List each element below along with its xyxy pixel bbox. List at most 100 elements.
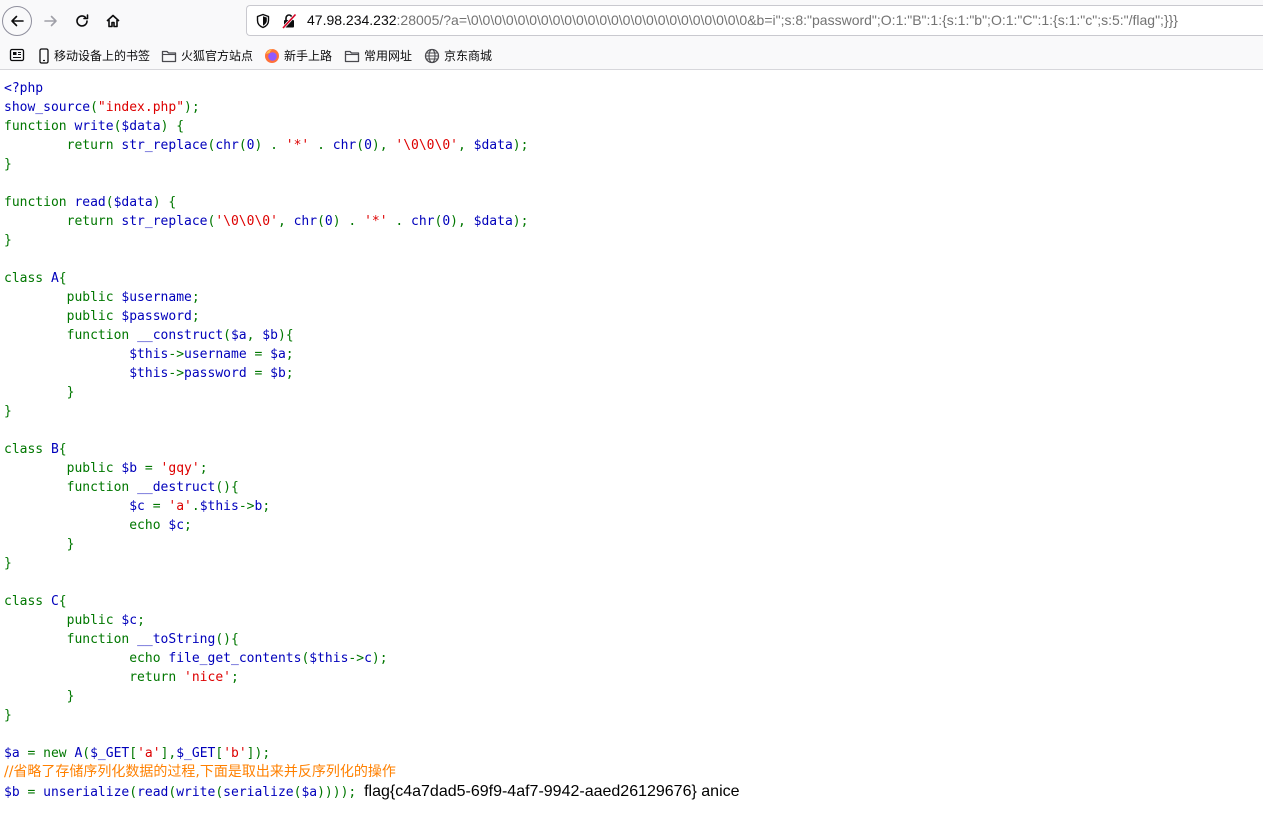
- source-token: ->: [168, 366, 185, 381]
- source-token: //省略了存储序列化数据的过程,下面是取出来并反序列化的操作: [4, 764, 396, 780]
- source-token: ) .: [254, 138, 286, 153]
- source-token: unserialize: [43, 785, 130, 800]
- shield-icon[interactable]: [255, 13, 271, 29]
- source-line: $this->password = $b;: [4, 364, 1259, 383]
- source-token: c: [364, 651, 372, 666]
- source-token: [: [129, 746, 138, 761]
- source-token: (: [356, 138, 365, 153]
- source-token: username: [184, 347, 247, 362]
- source-token: $data: [473, 138, 513, 153]
- source-line: function __toString(){: [4, 630, 1259, 649]
- source-token: }: [4, 385, 75, 400]
- source-token: (){: [215, 480, 239, 495]
- source-token: (: [238, 138, 247, 153]
- source-token: =: [246, 347, 271, 362]
- source-token: public: [4, 613, 122, 628]
- source-token: $_GET: [176, 746, 216, 761]
- source-token: B: [50, 442, 59, 457]
- source-line: public $password;: [4, 307, 1259, 326]
- bookmark-label: 京东商城: [444, 49, 493, 63]
- source-token: (: [317, 214, 325, 229]
- source-line: }: [4, 554, 1259, 573]
- bookmark-jd-mall[interactable]: 京东商城: [424, 47, 492, 64]
- firefox-icon: [265, 48, 279, 63]
- source-token: =: [137, 461, 161, 476]
- source-token: $this: [129, 347, 169, 362]
- source-token: echo: [4, 518, 169, 533]
- reload-button[interactable]: [67, 6, 97, 36]
- source-line: show_source("index.php");: [4, 98, 1259, 117]
- bookmark-folder-firefox-sites[interactable]: 火狐官方站点: [161, 47, 253, 64]
- forward-button[interactable]: [36, 6, 66, 36]
- globe-icon: [424, 48, 440, 63]
- source-token: ->: [238, 499, 255, 514]
- source-token: .: [387, 214, 412, 229]
- source-token: );: [512, 214, 529, 229]
- source-token: A: [50, 271, 59, 286]
- back-button[interactable]: [2, 6, 32, 36]
- source-line: echo $c;: [4, 516, 1259, 535]
- source-line: class C{: [4, 592, 1259, 611]
- url-text[interactable]: 47.98.234.232:28005/?a=\0\0\0\0\0\0\0\0\…: [307, 12, 1178, 28]
- folder-icon: [344, 50, 360, 62]
- bookmark-folder-common-sites[interactable]: 常用网址: [344, 47, 412, 64]
- source-token: {: [58, 594, 67, 609]
- source-token: public: [4, 461, 122, 476]
- source-line: public $c;: [4, 611, 1259, 630]
- source-token: password: [184, 366, 247, 381]
- source-token: class: [4, 442, 51, 457]
- source-token: 'a': [168, 499, 192, 514]
- source-token: new: [43, 746, 75, 761]
- source-token: 'nice': [184, 670, 231, 685]
- bookmark-getting-started[interactable]: 新手上路: [264, 47, 332, 64]
- source-line: //省略了存储序列化数据的过程,下面是取出来并反序列化的操作: [4, 763, 1259, 782]
- source-token: '*': [285, 138, 310, 153]
- source-token: }: [4, 708, 12, 723]
- source-token: ,: [458, 138, 474, 153]
- source-token: $password: [121, 309, 192, 324]
- source-token: ]);: [246, 746, 271, 761]
- source-line: function write($data) {: [4, 117, 1259, 136]
- flag-output: flag{c4a7dad5-69f9-4af7-9942-aaed2612967…: [364, 783, 740, 800]
- source-token: chr: [411, 214, 435, 229]
- mobile-icon: [39, 47, 49, 64]
- home-button[interactable]: [98, 6, 128, 36]
- source-token: $this: [309, 651, 349, 666]
- bookmarks-menu-button[interactable]: [9, 47, 29, 63]
- source-token: file_get_contents: [168, 651, 302, 666]
- source-line: function read($data) {: [4, 193, 1259, 212]
- bookmark-label: 常用网址: [364, 49, 413, 63]
- bookmark-mobile[interactable]: 移动设备上的书签: [38, 47, 150, 64]
- source-token: 'b': [223, 746, 247, 761]
- source-line: }: [4, 687, 1259, 706]
- source-token: str_replace: [121, 214, 208, 229]
- source-token: =: [246, 366, 271, 381]
- home-icon: [106, 14, 120, 28]
- source-token: "index.php": [97, 100, 185, 115]
- insecure-lock-icon[interactable]: [281, 13, 297, 29]
- source-token: 'a': [137, 746, 161, 761]
- source-token: ],: [160, 746, 177, 761]
- source-token: '\0\0\0': [215, 214, 278, 229]
- source-token: ))));: [317, 785, 357, 800]
- source-line: function __destruct(){: [4, 478, 1259, 497]
- source-token: ,: [246, 328, 263, 343]
- source-token: $a: [230, 328, 247, 343]
- source-token: function: [4, 195, 75, 210]
- source-token: ;: [285, 347, 294, 362]
- source-token: __toString: [137, 632, 216, 647]
- source-token: [4, 347, 129, 362]
- source-line: function __construct($a, $b){: [4, 326, 1259, 345]
- source-token: ->: [348, 651, 365, 666]
- bookmarks-menu-icon: [9, 48, 25, 62]
- source-token: =: [19, 746, 44, 761]
- source-token: 0: [364, 138, 372, 153]
- source-token: $b: [262, 328, 278, 343]
- source-token: show_source: [4, 100, 91, 115]
- url-bar[interactable]: 47.98.234.232:28005/?a=\0\0\0\0\0\0\0\0\…: [246, 5, 1263, 36]
- source-token: $this: [129, 366, 169, 381]
- source-line: [4, 174, 1259, 193]
- source-token: ;: [191, 290, 200, 305]
- source-line: [4, 573, 1259, 592]
- source-token: $data: [473, 214, 513, 229]
